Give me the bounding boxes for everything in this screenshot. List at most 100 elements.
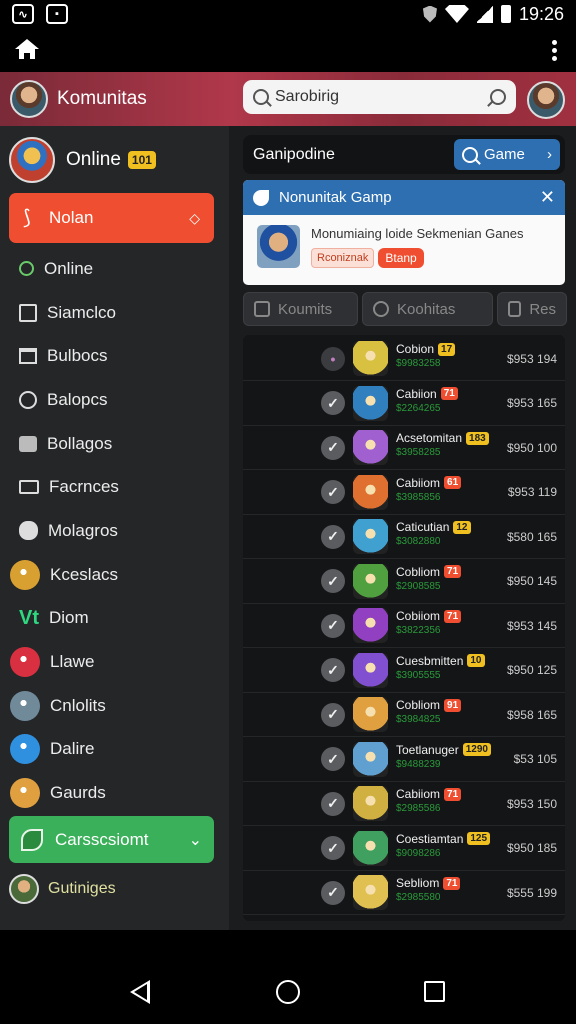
- table-row[interactable]: ✓ Coestiamtan 125 $9098286 $950 185: [243, 827, 565, 871]
- sidebar-item-0[interactable]: Online: [0, 247, 229, 291]
- sidebar-item-label: Gutiniges: [48, 880, 116, 897]
- sidebar-item-green[interactable]: Carsscsiomt ⌄: [9, 816, 214, 863]
- table-row[interactable]: ✓ Cobiiom 71 $3822356 $953 145: [243, 604, 565, 648]
- search-submit-icon[interactable]: [490, 89, 506, 105]
- tab-koohitas[interactable]: Koohitas: [362, 292, 493, 326]
- game-name: Toetlanuger: [396, 742, 459, 757]
- notification-tag-button[interactable]: Btanp: [378, 248, 424, 268]
- chevron-down-icon: ⌄: [188, 831, 202, 849]
- game-name: Caticutian: [396, 520, 450, 534]
- recent-apps-icon[interactable]: [424, 981, 445, 1002]
- pin-icon[interactable]: •: [321, 346, 345, 371]
- sidebar-item-8[interactable]: Vt Diom: [0, 597, 229, 641]
- back-icon[interactable]: [130, 980, 150, 1004]
- sidebar-item-10[interactable]: Cnlolits: [0, 684, 229, 728]
- check-icon[interactable]: ✓: [321, 836, 345, 860]
- check-icon[interactable]: ✓: [321, 702, 345, 727]
- game-icon: [10, 778, 40, 809]
- sidebar-item-6[interactable]: Molagros: [0, 509, 229, 553]
- game-price: $950 100: [506, 440, 557, 455]
- main-panel: Ganipodine Game › Nonunitak Gamp ✕ Monum…: [229, 126, 576, 930]
- sidebar-item-11[interactable]: Dalire: [0, 728, 229, 772]
- sidebar-item-12[interactable]: Gaurds: [0, 771, 229, 815]
- game-icon: [10, 559, 40, 590]
- sidebar-item-label: Gaurds: [50, 783, 106, 803]
- check-icon[interactable]: ✓: [321, 658, 345, 682]
- level-badge: 71: [444, 787, 462, 801]
- table-row[interactable]: ✓ Sebliom 71 $2985580 $555 199: [243, 871, 565, 915]
- table-row[interactable]: ✓ Caticutian 12 $3082880 $580 165: [243, 515, 565, 559]
- table-row[interactable]: ✓ Cobliom 91 $3984825 $958 165: [243, 693, 565, 737]
- home-icon[interactable]: [15, 39, 39, 61]
- notification-card[interactable]: Nonunitak Gamp ✕ Monumiaing loide Sekmen…: [243, 180, 565, 285]
- game-name: Cabiion: [396, 386, 437, 401]
- check-icon[interactable]: ✓: [321, 791, 345, 816]
- check-icon[interactable]: ✓: [321, 391, 345, 415]
- tab-res[interactable]: Res: [497, 292, 567, 326]
- sidebar-item-5[interactable]: Facrnces: [0, 465, 229, 509]
- game-code: $3958285: [396, 447, 441, 458]
- game-price: $953 194: [506, 351, 557, 366]
- table-row[interactable]: ✓ Toetlanuger 1290 $9488239 $53 105: [243, 738, 565, 782]
- notification-tag[interactable]: Rconiznak: [311, 248, 375, 268]
- game-code: $2985586: [396, 803, 441, 814]
- profile-avatar[interactable]: [527, 81, 565, 119]
- check-icon[interactable]: ✓: [321, 747, 345, 771]
- check-icon[interactable]: ✓: [321, 613, 345, 638]
- notification-body: Monumiaing loide Sekmenian Ganes Rconizn…: [243, 215, 565, 278]
- table-row[interactable]: ✓ Cabiion 71 $2264265 $953 165: [243, 382, 565, 426]
- game-thumbnail: [353, 563, 388, 599]
- game-icon: [10, 734, 40, 765]
- game-thumbnail: [353, 519, 388, 554]
- check-icon[interactable]: ✓: [321, 435, 345, 460]
- sidebar: Online 101 ⟆ Nolan ◇ Online Siamclco Bulbo…: [0, 126, 229, 930]
- search-icon: [19, 261, 34, 277]
- sidebar-profile-label: Online: [66, 149, 121, 170]
- bag-icon: [19, 435, 37, 452]
- table-row[interactable]: ✓ Cabiiom 61 $3985856 $953 119: [243, 471, 565, 515]
- close-icon[interactable]: ✕: [540, 187, 555, 208]
- check-icon[interactable]: ✓: [321, 524, 345, 549]
- shield-icon: [422, 5, 437, 23]
- sidebar-profile[interactable]: Online 101: [9, 135, 219, 185]
- game-price: $953 119: [507, 485, 557, 499]
- signal-icon: [476, 5, 493, 23]
- more-options-icon[interactable]: [552, 40, 558, 61]
- tab-bar: Koumits Koohitas Res: [243, 292, 576, 326]
- table-row[interactable]: • Cobion 17 $9983258 $953 194: [243, 337, 565, 381]
- sidebar-item-bottom[interactable]: Gutiniges: [9, 874, 116, 904]
- game-name: Cabiiom: [396, 475, 441, 490]
- search-input[interactable]: Sarobirig: [243, 80, 516, 114]
- game-code: $3822356: [396, 625, 441, 636]
- tab-koumits[interactable]: Koumits: [243, 292, 358, 326]
- game-code: $2908585: [396, 580, 441, 592]
- game-name: Acsetomitan: [396, 431, 463, 445]
- sidebar-item-9[interactable]: Llawe: [0, 640, 229, 684]
- table-row[interactable]: ✓ Acsetomitan 183 $3958285 $950 100: [243, 426, 565, 470]
- game-search-button[interactable]: Game ›: [454, 139, 560, 170]
- sidebar-item-2[interactable]: Bulbocs: [0, 334, 229, 378]
- check-icon[interactable]: ✓: [321, 569, 345, 593]
- search-icon: [462, 146, 478, 163]
- table-row[interactable]: ✓ Cuesbmitten 10 $3905555 $950 125: [243, 649, 565, 693]
- game-thumbnail: [353, 786, 388, 821]
- sidebar-item-7[interactable]: Kceslacs: [0, 553, 229, 597]
- sidebar-item-label: Nolan: [49, 208, 94, 227]
- game-name: Cobiiom: [396, 609, 441, 623]
- level-badge: 10: [467, 654, 485, 667]
- sidebar-item-3[interactable]: Balopcs: [0, 378, 229, 422]
- check-icon[interactable]: ✓: [321, 880, 345, 905]
- home-button-icon[interactable]: [276, 980, 300, 1004]
- game-price: $580 165: [506, 529, 557, 544]
- search-value: Sarobirig: [275, 88, 340, 105]
- user-avatar[interactable]: [10, 80, 48, 118]
- table-row[interactable]: ✓ Cobliom 71 $2908585 $950 145: [243, 560, 565, 604]
- check-icon[interactable]: ✓: [321, 480, 345, 504]
- calendar-icon: ▪: [46, 4, 68, 24]
- sidebar-item-4[interactable]: Bollagos: [0, 422, 229, 466]
- sidebar-item-active[interactable]: ⟆ Nolan ◇: [9, 193, 214, 243]
- game-thumbnail: [353, 341, 388, 376]
- table-row[interactable]: ✓ Cabiiom 71 $2985586 $953 150: [243, 782, 565, 826]
- level-badge: 17: [438, 342, 456, 356]
- sidebar-item-1[interactable]: Siamclco: [0, 291, 229, 335]
